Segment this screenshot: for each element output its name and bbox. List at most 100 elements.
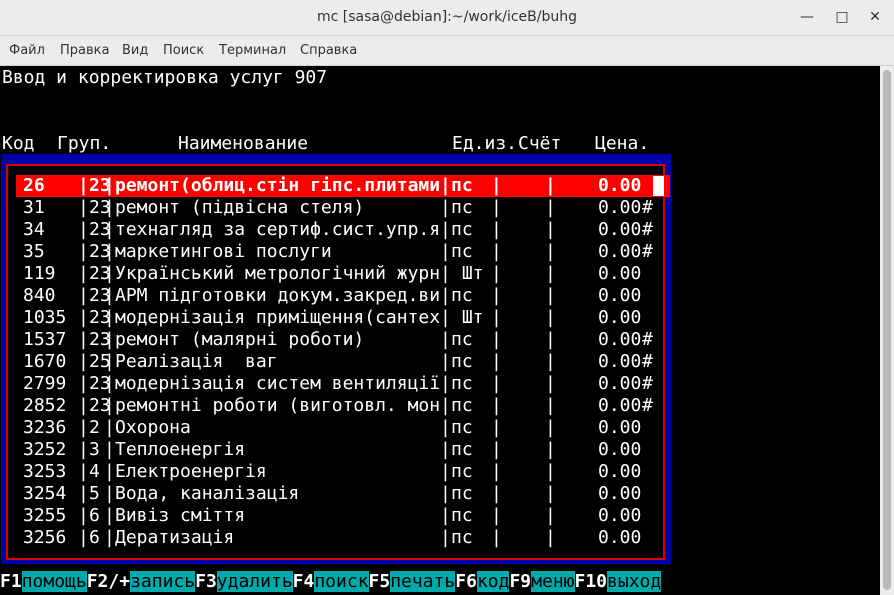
column-separator: | — [440, 219, 451, 240]
row-group: 2 — [89, 417, 100, 438]
fkey-label: печать — [390, 571, 456, 592]
column-separator: | — [104, 527, 115, 548]
column-separator: | — [78, 307, 89, 328]
column-separator: | — [491, 417, 502, 438]
column-separator: | — [545, 351, 556, 372]
fkey-f1-button[interactable]: F1помощь — [0, 571, 87, 593]
column-separator: | — [440, 417, 451, 438]
column-separator: | — [104, 263, 115, 284]
row-unit: пс — [451, 461, 473, 482]
column-separator: | — [440, 329, 451, 350]
row-price: 0.00 — [598, 373, 642, 394]
row-price: 0.00 — [598, 263, 642, 284]
fkey-f9-button[interactable]: F9меню — [509, 571, 575, 593]
screen-title: Ввод и корректировка услуг 907 — [2, 67, 328, 88]
window-titlebar: mc [sasa@debian]:~/work/iceB/buhg — □ ✕ — [0, 0, 894, 36]
scrollbar-thumb[interactable] — [883, 70, 891, 590]
row-unit: пс — [451, 373, 473, 394]
terminal-screen[interactable]: Ввод и корректировка услуг 907 Код Груп.… — [0, 66, 880, 595]
header-kod: Код — [2, 133, 35, 154]
row-unit: пс — [451, 527, 473, 548]
menu-edit[interactable]: Правка — [60, 43, 109, 58]
column-separator: | — [78, 483, 89, 504]
minimize-button[interactable]: — — [799, 9, 815, 25]
window-title: mc [sasa@debian]:~/work/iceB/buhg — [317, 9, 577, 25]
column-separator: | — [440, 241, 451, 262]
fkey-key: F5 — [368, 571, 391, 592]
fkey-f5-button[interactable]: F5печать — [368, 571, 456, 593]
row-price: 0.00 — [598, 483, 642, 504]
column-separator: | — [104, 461, 115, 482]
column-separator: | — [104, 373, 115, 394]
row-group: 6 — [89, 505, 100, 526]
fkey-label: меню — [531, 571, 575, 592]
column-separator: | — [104, 417, 115, 438]
row-unit: пс — [451, 241, 473, 262]
column-separator: | — [104, 439, 115, 460]
fkey-f10-button[interactable]: F10выход — [574, 571, 662, 593]
row-code: 3254 — [23, 483, 67, 504]
column-separator: | — [440, 505, 451, 526]
row-unit: пс — [451, 351, 473, 372]
column-separator: | — [440, 483, 451, 504]
row-name: Вода, каналізація — [115, 483, 300, 504]
row-code: 2852 — [23, 395, 67, 416]
row-unit: пс — [451, 439, 473, 460]
column-separator: | — [491, 373, 502, 394]
fkey-f6-button[interactable]: F6код — [455, 571, 510, 593]
row-price: 0.00 — [598, 439, 642, 460]
row-flag: # — [642, 351, 653, 372]
row-group: 6 — [89, 527, 100, 548]
row-flag: # — [642, 395, 653, 416]
header-grup: Груп. — [57, 133, 112, 154]
column-separator: | — [440, 263, 451, 284]
row-unit: пс — [451, 505, 473, 526]
row-price: 0.00 — [598, 395, 642, 416]
row-name: Реалізація ваг — [115, 351, 278, 372]
menu-help[interactable]: Справка — [300, 43, 357, 58]
close-button[interactable]: ✕ — [867, 9, 883, 25]
fkey-label: удалить — [216, 571, 293, 592]
column-separator: | — [491, 263, 502, 284]
row-name: Український метрологічний журн — [115, 263, 441, 284]
column-separator: | — [78, 175, 89, 196]
column-separator: | — [545, 439, 556, 460]
fkey-label: запись — [130, 571, 196, 592]
row-price: 0.00 — [598, 527, 642, 548]
row-code: 26 — [23, 175, 45, 196]
row-flag: # — [642, 197, 653, 218]
column-separator: | — [491, 483, 502, 504]
text-cursor — [653, 176, 664, 196]
column-separator: | — [104, 351, 115, 372]
row-group: 3 — [89, 439, 100, 460]
column-separator: | — [545, 461, 556, 482]
menu-search[interactable]: Поиск — [163, 43, 204, 58]
maximize-button[interactable]: □ — [834, 9, 850, 25]
menu-file[interactable]: Файл — [9, 43, 45, 58]
selected-table-row[interactable]: 26 | 23 | ремонт(облиц.стін гіпс.плитами | пс 0… — [16, 175, 670, 197]
row-unit: Шт — [451, 263, 484, 284]
column-separator: | — [491, 527, 502, 548]
row-name: ремонтні роботи (виготовл. мон — [115, 395, 441, 416]
column-separator: | — [545, 263, 556, 284]
menu-view[interactable]: Вид — [122, 43, 148, 58]
column-separator: | — [440, 285, 451, 306]
column-separator: | — [440, 197, 451, 218]
column-separator: | — [545, 373, 556, 394]
fkey-f4-button[interactable]: F4поиск — [292, 571, 369, 593]
header-unit: Ед.из. — [452, 133, 518, 154]
row-code: 3236 — [23, 417, 67, 438]
row-unit: Шт — [451, 307, 484, 328]
fkey-f2plus-button[interactable]: F2/+запись — [86, 571, 196, 593]
row-code: 3255 — [23, 505, 67, 526]
column-separator: | — [104, 395, 115, 416]
column-separator: | — [440, 307, 451, 328]
row-price: 0.00 — [598, 329, 642, 350]
row-name: ремонт (малярні роботи) — [115, 329, 365, 350]
row-name: модернізація приміщення(сантех — [115, 307, 441, 328]
fkey-f3-button[interactable]: F3удалить — [195, 571, 293, 593]
row-code: 34 — [23, 219, 45, 240]
row-unit: пс — [451, 417, 473, 438]
column-separator: | — [78, 241, 89, 262]
menu-terminal[interactable]: Терминал — [219, 43, 286, 58]
